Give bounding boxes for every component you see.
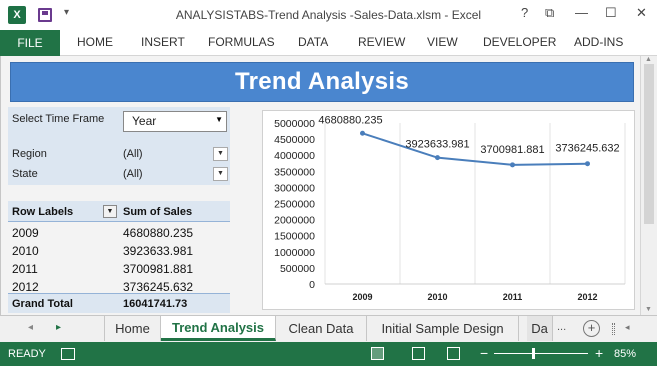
chart-y-tick-label: 5000000 <box>274 118 315 130</box>
chart-data-point <box>585 161 590 167</box>
chart-y-tick-label: 1000000 <box>274 247 315 259</box>
tab-developer[interactable]: DEVELOPER <box>483 35 556 49</box>
window-title: ANALYSISTABS-Trend Analysis -Sales-Data.… <box>175 8 482 22</box>
scroll-left-icon[interactable]: ◂ <box>625 322 630 333</box>
tab-home[interactable]: HOME <box>77 35 113 49</box>
tab-add-ins[interactable]: ADD-INS <box>574 35 623 49</box>
scroll-thumb[interactable] <box>644 64 654 224</box>
add-sheet-icon[interactable]: + <box>583 320 600 337</box>
tab-sheet-initial-sample-design[interactable]: Initial Sample Design <box>367 316 519 341</box>
chart-x-tick-label: 2011 <box>503 292 523 302</box>
pivot-row-value[interactable]: 3700981.881 <box>123 262 193 276</box>
chart-y-tick-label: 0 <box>309 279 315 291</box>
chart-y-tick-label: 4500000 <box>274 134 315 146</box>
status-ready: READY <box>8 348 46 360</box>
region-label: Region <box>12 148 47 160</box>
zoom-slider-thumb[interactable] <box>532 348 536 359</box>
pivot-row-label[interactable]: 2010 <box>12 244 39 258</box>
help-button[interactable]: ? <box>521 5 528 20</box>
pivot-total-value[interactable]: 16041741.73 <box>123 298 187 310</box>
tab-sheet-clean-data[interactable]: Clean Data <box>276 316 367 341</box>
page-break-view-icon[interactable] <box>447 347 460 360</box>
next-sheet-icon[interactable]: ▸ <box>56 322 61 333</box>
chart-x-tick-label: 2012 <box>577 292 597 302</box>
chart-data-label: 3736245.632 <box>555 143 619 155</box>
chart-x-tick-label: 2010 <box>427 292 447 302</box>
page-title: Trend Analysis <box>10 62 634 102</box>
time-frame-label: Select Time Frame <box>12 113 105 125</box>
chart-x-tick-label: 2009 <box>352 292 372 302</box>
title-bar: X ▾ ANALYSISTABS-Trend Analysis -Sales-D… <box>0 0 657 30</box>
tab-sheet-trend-analysis[interactable]: Trend Analysis <box>161 316 276 341</box>
ribbon-tabs: FILE HOME INSERT FORMULAS DATA REVIEW VI… <box>0 30 657 56</box>
state-value: (All) <box>123 168 143 180</box>
sheet-tab-bar: ◂ ▸ Home Trend Analysis Clean Data Initi… <box>0 315 657 342</box>
chart-data-point <box>435 155 440 161</box>
pivot-row-label[interactable]: 2009 <box>12 226 39 240</box>
chart-data-point <box>360 130 365 136</box>
tab-formulas[interactable]: FORMULAS <box>208 35 275 49</box>
chart-data-label: 3923633.981 <box>405 139 469 151</box>
scroll-up-icon[interactable]: ▲ <box>645 56 652 63</box>
zoom-in-button[interactable]: + <box>595 345 603 361</box>
status-bar: READY − + 85% <box>0 342 657 366</box>
zoom-out-button[interactable]: − <box>480 345 488 361</box>
chart-y-tick-label: 2000000 <box>274 215 315 227</box>
region-dropdown-button[interactable]: ▼ <box>213 147 228 161</box>
region-value: (All) <box>123 148 143 160</box>
pivot-row-value[interactable]: 4680880.235 <box>123 226 193 240</box>
chevron-down-icon[interactable]: ▼ <box>215 115 223 124</box>
zoom-slider[interactable] <box>494 353 588 354</box>
pivot-row-value[interactable]: 3923633.981 <box>123 244 193 258</box>
normal-view-icon[interactable] <box>371 347 384 360</box>
zoom-level[interactable]: 85% <box>614 348 636 360</box>
chart-y-tick-label: 3500000 <box>274 166 315 178</box>
page-layout-view-icon[interactable] <box>412 347 425 360</box>
vertical-scrollbar[interactable]: ▲ ▼ <box>640 56 657 315</box>
pivot-col-sum: Sum of Sales <box>123 206 193 218</box>
split-handle[interactable] <box>612 323 615 335</box>
tab-insert[interactable]: INSERT <box>141 35 185 49</box>
maximize-button[interactable]: ☐ <box>605 5 617 21</box>
chart-data-label: 4680880.235 <box>318 114 382 126</box>
state-label: State <box>12 168 38 180</box>
minimize-button[interactable]: — <box>575 5 588 20</box>
pivot-filter-button[interactable]: ▼ <box>103 205 117 218</box>
chart-data-point <box>510 162 515 168</box>
pivot-row-value[interactable]: 3736245.632 <box>123 280 193 294</box>
chart-y-tick-label: 1500000 <box>274 231 315 243</box>
pivot-total-label[interactable]: Grand Total <box>12 298 73 310</box>
state-dropdown-button[interactable]: ▼ <box>213 167 228 181</box>
chart-y-tick-label: 500000 <box>280 263 315 275</box>
pivot-row-label[interactable]: 2011 <box>12 262 38 276</box>
close-button[interactable]: ✕ <box>636 5 647 21</box>
tab-sheet-partial[interactable]: Da <box>527 316 553 341</box>
tab-review[interactable]: REVIEW <box>358 35 405 49</box>
chart-data-label: 3700981.881 <box>480 144 544 156</box>
chart-y-tick-label: 2500000 <box>274 199 315 211</box>
trend-line-chart[interactable]: 0 500000 1000000 1500000 2000000 2500000 30000… <box>262 110 635 310</box>
chart-svg: 0 500000 1000000 1500000 2000000 2500000 30000… <box>274 114 626 302</box>
more-sheets-button[interactable]: ... <box>557 321 566 333</box>
chart-y-tick-label: 3000000 <box>274 182 315 194</box>
time-frame-select[interactable]: Year ▼ <box>123 111 227 132</box>
tab-view[interactable]: VIEW <box>427 35 458 49</box>
file-tab[interactable]: FILE <box>0 30 60 56</box>
chart-y-tick-label: 4000000 <box>274 150 315 162</box>
tab-sheet-home[interactable]: Home <box>104 316 161 341</box>
macro-record-icon[interactable] <box>61 348 75 360</box>
pivot-col-row-labels: Row Labels <box>12 206 74 218</box>
scroll-down-icon[interactable]: ▼ <box>645 306 652 313</box>
tab-data[interactable]: DATA <box>298 35 328 49</box>
time-frame-value: Year <box>132 114 157 128</box>
pivot-row-label[interactable]: 2012 <box>12 280 39 294</box>
prev-sheet-icon[interactable]: ◂ <box>28 322 33 333</box>
ribbon-display-options-button[interactable]: ⧉ <box>545 5 554 21</box>
